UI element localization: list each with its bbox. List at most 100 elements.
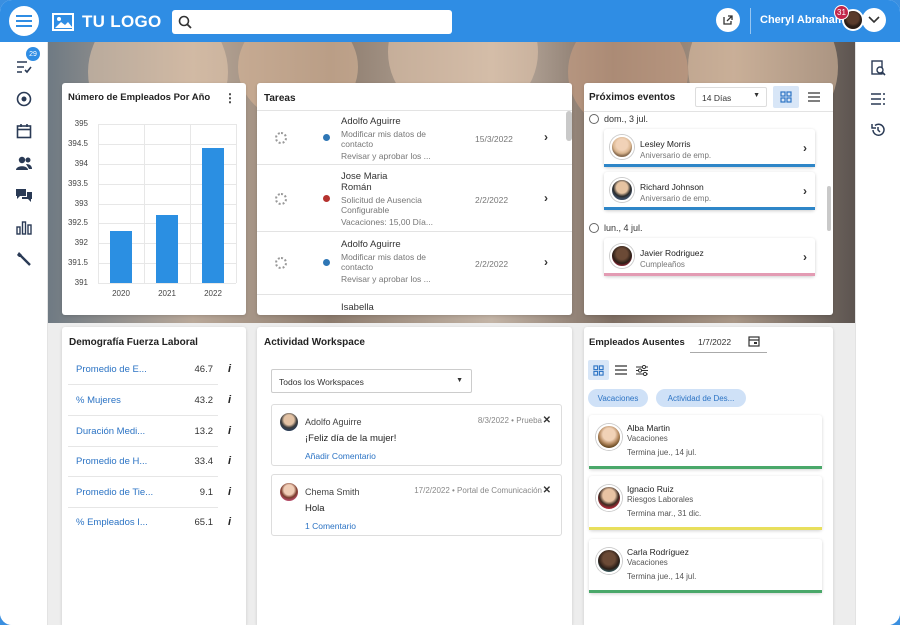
sidebar-item-calendar[interactable] bbox=[14, 121, 34, 141]
sidebar-item-analytics[interactable] bbox=[14, 217, 34, 237]
demography-row[interactable]: Promedio de Tie... 9.1 i bbox=[68, 478, 231, 508]
info-icon[interactable]: i bbox=[228, 516, 231, 528]
event-card[interactable]: Richard Johnson Aniversario de emp. › bbox=[604, 172, 815, 210]
absent-employee-card[interactable]: Ignacio Ruiz Riesgos Laborales Termina m… bbox=[589, 476, 822, 530]
bar-2022[interactable] bbox=[202, 147, 224, 283]
demography-row[interactable]: % Mujeres 43.2 i bbox=[68, 386, 231, 416]
demography-row[interactable]: Promedio de E... 46.7 i bbox=[68, 355, 231, 385]
chevron-right-icon[interactable]: › bbox=[544, 191, 548, 205]
grid-view-button[interactable] bbox=[588, 360, 609, 380]
list-icon bbox=[614, 365, 627, 375]
chevron-right-icon: › bbox=[803, 250, 807, 264]
search-icon bbox=[178, 15, 192, 29]
history-button[interactable] bbox=[868, 120, 888, 140]
post-meta: 17/2/2022 • Portal de Comunicación bbox=[414, 486, 542, 495]
info-icon[interactable]: i bbox=[228, 394, 231, 406]
task-row[interactable]: Isabella bbox=[257, 294, 572, 315]
list-view-button[interactable] bbox=[801, 86, 827, 108]
task-date: 15/3/2022 bbox=[475, 134, 513, 144]
event-date: dom., 3 jul. bbox=[604, 114, 649, 124]
close-icon[interactable]: ✕ bbox=[543, 415, 551, 426]
info-icon[interactable]: i bbox=[228, 486, 231, 498]
left-sidebar: 29 bbox=[0, 42, 48, 625]
demography-row[interactable]: Duración Medi... 13.2 i bbox=[68, 417, 231, 447]
task-detail: Modificar mis datos de bbox=[341, 129, 427, 139]
card-title: Actividad Workspace bbox=[264, 337, 365, 348]
demography-label[interactable]: Duración Medi... bbox=[76, 426, 145, 437]
info-icon[interactable]: i bbox=[228, 425, 231, 437]
demography-label[interactable]: % Empleados I... bbox=[76, 517, 148, 528]
sidebar-item-tools[interactable] bbox=[14, 249, 34, 269]
loading-icon bbox=[275, 257, 287, 269]
avatar bbox=[596, 485, 622, 511]
demography-label[interactable]: Promedio de H... bbox=[76, 456, 147, 467]
chevron-right-icon[interactable]: › bbox=[544, 130, 548, 144]
workspace-select[interactable]: Todos los Workspaces ▼ bbox=[271, 369, 472, 393]
date-value: 1/7/2022 bbox=[698, 337, 732, 347]
post-author: Adolfo Aguirre bbox=[305, 417, 362, 427]
user-menu-button[interactable] bbox=[862, 8, 886, 32]
status-dot bbox=[323, 259, 330, 266]
event-card[interactable]: Javier Rodriguez Cumpleaños › bbox=[604, 238, 815, 276]
scrollbar[interactable] bbox=[827, 186, 831, 231]
card-title: Próximos eventos bbox=[589, 92, 676, 103]
document-search-button[interactable] bbox=[868, 58, 888, 78]
task-row[interactable]: Adolfo Aguirre Modificar mis datos de co… bbox=[257, 110, 572, 164]
card-title: Número de Empleados Por Año bbox=[68, 92, 211, 103]
demography-card: Demografía Fuerza Laboral Promedio de E.… bbox=[62, 327, 246, 625]
employee-name: Alba Martin bbox=[627, 423, 670, 433]
absence-end: Termina mar., 31 dic. bbox=[627, 509, 702, 518]
absent-employee-card[interactable]: Carla Rodríguez Vacaciones Termina jue.,… bbox=[589, 539, 822, 593]
absent-employees-card: Empleados Ausentes 1/7/2022 Vacaciones A… bbox=[584, 327, 833, 625]
list-icon bbox=[871, 93, 885, 105]
list-view-button[interactable] bbox=[610, 360, 631, 380]
sidebar-item-target[interactable] bbox=[14, 89, 34, 109]
demography-row[interactable]: Promedio de H... 33.4 i bbox=[68, 447, 231, 477]
avatar bbox=[610, 178, 634, 202]
history-icon bbox=[871, 123, 885, 136]
range-select[interactable]: 14 Días ▼ bbox=[695, 87, 767, 107]
tasks-icon bbox=[17, 61, 32, 74]
event-person-name: Richard Johnson bbox=[640, 182, 704, 192]
employee-name: Carla Rodríguez bbox=[627, 547, 689, 557]
menu-button[interactable] bbox=[9, 6, 39, 36]
task-detail: contacto bbox=[341, 262, 374, 272]
info-icon[interactable]: i bbox=[228, 363, 231, 375]
avatar bbox=[610, 244, 634, 268]
sidebar-item-chat[interactable] bbox=[14, 185, 34, 205]
employee-name: Ignacio Ruiz bbox=[627, 484, 674, 494]
bar-2021[interactable] bbox=[156, 215, 178, 283]
search-input[interactable] bbox=[172, 10, 452, 34]
logo-text: TU LOGO bbox=[82, 12, 162, 31]
sidebar-item-people[interactable] bbox=[14, 153, 34, 173]
post-text: Hola bbox=[305, 503, 325, 514]
task-row[interactable]: Jose Maria Román Solicitud de Ausencia C… bbox=[257, 164, 572, 231]
demography-value: 46.7 bbox=[194, 364, 214, 375]
add-comment-link[interactable]: Añadir Comentario bbox=[305, 451, 376, 461]
demography-label[interactable]: Promedio de Tie... bbox=[76, 487, 153, 498]
close-icon[interactable]: ✕ bbox=[543, 485, 551, 496]
filter-chip[interactable]: Actividad de Des... bbox=[656, 389, 746, 407]
event-card[interactable]: Lesley Morris Aniversario de emp. › bbox=[604, 129, 815, 167]
task-row[interactable]: Adolfo Aguirre Modificar mis datos de co… bbox=[257, 231, 572, 294]
demography-row[interactable]: % Empleados I... 65.1 i bbox=[68, 508, 231, 538]
absent-employee-card[interactable]: Alba Martin Vacaciones Termina jue., 14 … bbox=[589, 415, 822, 469]
event-type: Cumpleaños bbox=[640, 260, 685, 269]
list-view-button[interactable] bbox=[868, 89, 888, 109]
external-link-button[interactable] bbox=[716, 8, 740, 32]
loading-icon bbox=[275, 132, 287, 144]
filter-button[interactable] bbox=[631, 360, 652, 380]
more-options-icon[interactable]: ⋮ bbox=[224, 91, 236, 105]
bar-2020[interactable] bbox=[110, 231, 132, 283]
gridline bbox=[190, 124, 191, 283]
demography-label[interactable]: % Mujeres bbox=[76, 395, 121, 406]
filter-chip[interactable]: Vacaciones bbox=[588, 389, 648, 407]
demography-label[interactable]: Promedio de E... bbox=[76, 364, 147, 375]
info-icon[interactable]: i bbox=[228, 455, 231, 467]
calendar-icon[interactable] bbox=[748, 334, 760, 352]
comments-link[interactable]: 1 Comentario bbox=[305, 521, 356, 531]
grid-icon bbox=[593, 364, 604, 376]
y-tick-label: 391 bbox=[74, 278, 88, 287]
chevron-right-icon[interactable]: › bbox=[544, 255, 548, 269]
grid-view-button[interactable] bbox=[773, 86, 799, 108]
